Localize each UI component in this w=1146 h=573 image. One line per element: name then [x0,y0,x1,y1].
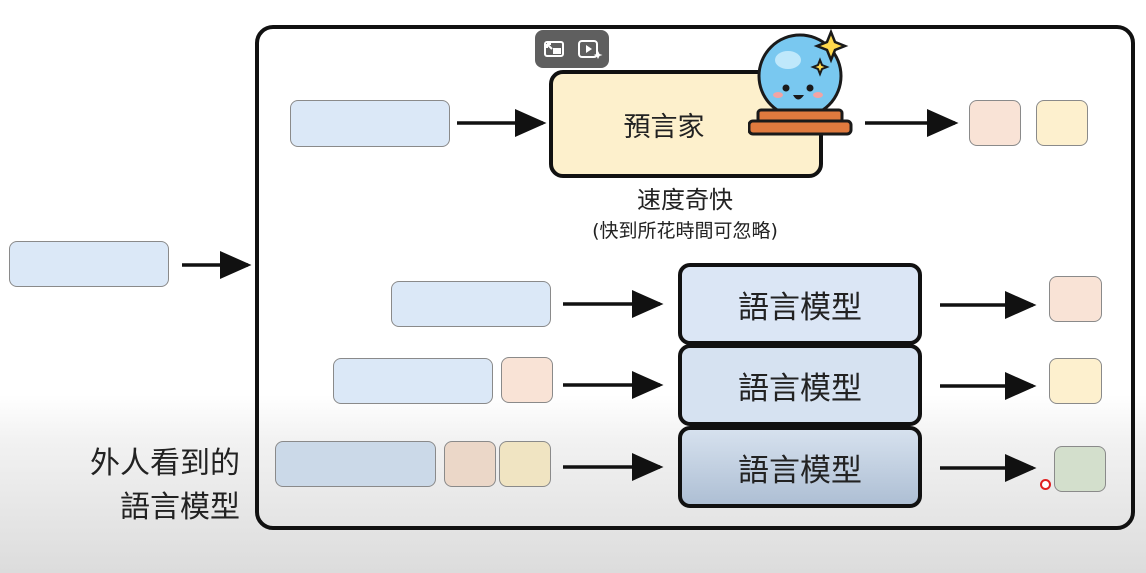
row3-input-token-2 [499,441,551,487]
row2-input-box [333,358,493,404]
play-sparkle-icon [578,40,603,59]
speed-subtitle: (快到所花時間可忽略) [592,220,778,242]
oracle-output-token-1 [969,100,1021,146]
outsider-caption: 外人看到的 語言模型 [40,442,240,530]
row1-output-token [1049,276,1102,322]
cursor-indicator [1040,479,1051,490]
oracle-output-token-2 [1036,100,1088,146]
outsider-line-1: 外人看到的 [90,446,240,481]
row1-input-box [391,281,551,327]
language-model-label: 語言模型 [738,289,862,326]
speed-title: 速度奇快 [637,186,733,214]
row2-input-token [501,357,553,403]
language-model-node-3: 語言模型 [678,426,922,508]
language-model-node-1: 語言模型 [678,263,922,345]
crystal-ball-icon [748,28,853,136]
outsider-line-2: 語言模型 [120,490,240,525]
language-model-label: 語言模型 [738,370,862,407]
oracle-input-box [290,100,450,147]
row3-input-box [275,441,436,487]
overlay-toolbar [535,30,609,68]
exit-pip-button[interactable] [538,33,570,65]
row3-output-token [1054,446,1106,492]
oracle-label: 預言家 [623,111,705,143]
play-sparkle-button[interactable] [573,33,605,65]
language-model-label: 語言模型 [738,452,862,489]
language-model-node-2: 語言模型 [678,344,922,426]
exit-pip-icon [544,41,564,57]
row2-output-token [1049,358,1102,404]
row3-input-token-1 [444,441,496,487]
